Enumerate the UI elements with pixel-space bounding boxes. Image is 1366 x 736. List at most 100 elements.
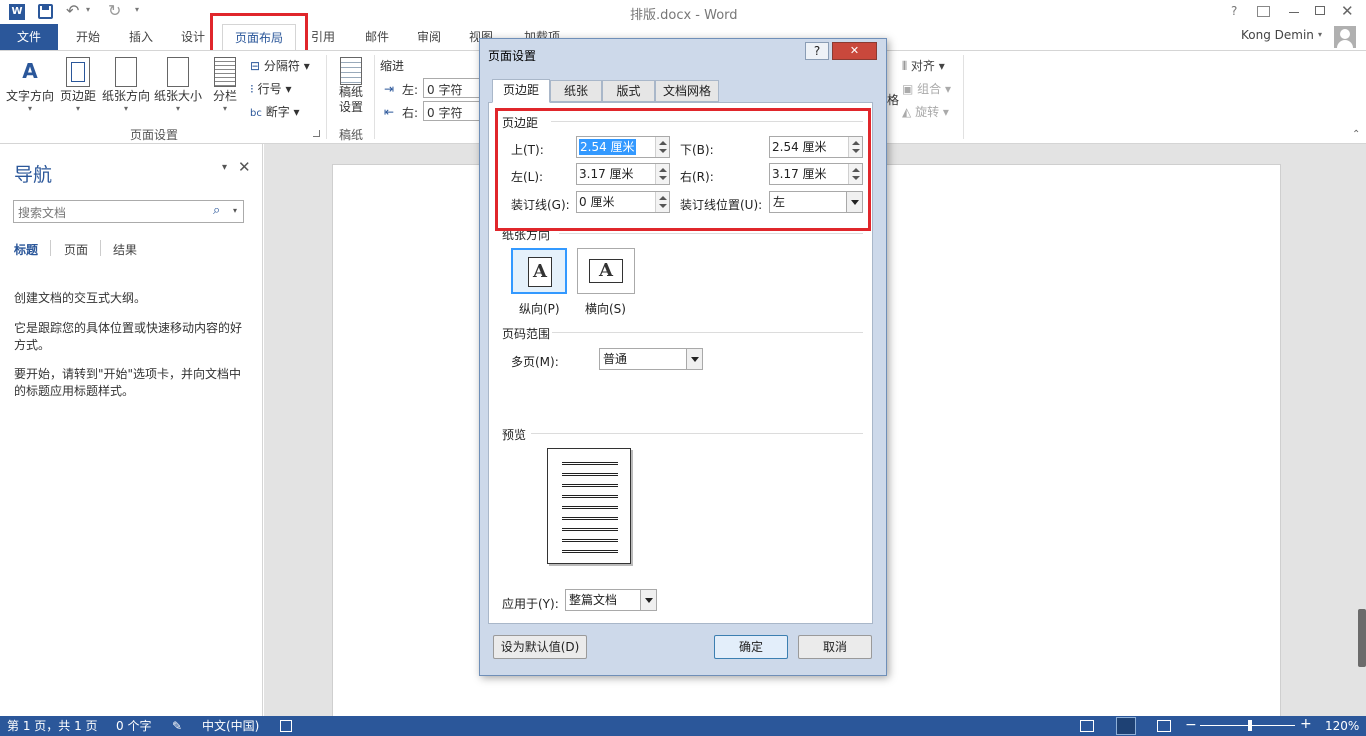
collapse-ribbon-icon[interactable]: ⌃: [1352, 129, 1360, 140]
help-icon[interactable]: ?: [1231, 4, 1237, 18]
scrollbar-indicator[interactable]: [1358, 609, 1366, 667]
orientation-button[interactable]: 纸张方向 ▾: [100, 55, 152, 113]
landscape-option[interactable]: A: [577, 248, 635, 294]
zoom-in-icon[interactable]: +: [1300, 716, 1312, 732]
draft-paper-icon: [340, 57, 362, 85]
breaks-button[interactable]: ⊟ 分隔符 ▾: [250, 57, 310, 74]
search-input[interactable]: 搜索文档 ⌕ ▾: [13, 200, 244, 223]
indent-left-icon: ⇥: [384, 82, 395, 96]
web-layout-icon[interactable]: [1157, 720, 1171, 732]
navigation-pane: 导航 ▾ ✕ 搜索文档 ⌕ ▾ 标题 页面 结果 创建文档的交互式大纲。 它是跟…: [0, 144, 263, 716]
size-button[interactable]: 纸张大小 ▾: [152, 55, 204, 113]
tab-results[interactable]: 结果: [113, 241, 137, 258]
page-setup-launcher-icon[interactable]: [313, 130, 320, 137]
dialog-help-button[interactable]: ?: [805, 42, 829, 60]
portrait-option[interactable]: A: [511, 248, 567, 294]
user-dropdown-icon[interactable]: ▾: [1318, 30, 1322, 39]
set-default-button[interactable]: 设为默认值(D): [493, 635, 587, 659]
rotate-icon: ◭: [902, 105, 912, 119]
margins-icon: [66, 57, 90, 87]
tab-pages[interactable]: 页面: [64, 241, 88, 258]
indent-left-label: 左:: [402, 83, 419, 97]
multiple-pages-select[interactable]: 普通: [599, 348, 703, 370]
close-window-icon[interactable]: ✕: [1341, 2, 1354, 20]
page-count[interactable]: 第 1 页，共 1 页: [7, 718, 98, 734]
status-bar: 第 1 页，共 1 页 0 个字 ✎ 中文(中国) − + 120%: [0, 716, 1366, 736]
undo-icon[interactable]: ↶: [66, 1, 79, 20]
orientation-icon: [115, 57, 137, 87]
nav-options-icon[interactable]: ▾: [222, 162, 227, 173]
multiple-pages-dropdown-icon[interactable]: [686, 349, 702, 369]
indent-right-icon: ⇤: [384, 105, 395, 119]
search-icon[interactable]: ⌕: [213, 203, 220, 218]
rotate-button[interactable]: ◭ 旋转 ▾: [902, 103, 949, 120]
apply-to-select[interactable]: 整篇文档: [565, 589, 657, 611]
dialog-title: 页面设置: [488, 49, 537, 63]
minimize-icon[interactable]: [1289, 12, 1299, 13]
macro-icon[interactable]: [280, 720, 292, 732]
customize-qat-icon[interactable]: ▾: [135, 5, 139, 14]
tab-insert[interactable]: 插入: [118, 24, 164, 50]
margins-highlight: [495, 108, 871, 231]
avatar[interactable]: [1334, 26, 1356, 48]
tab-headings[interactable]: 标题: [14, 241, 38, 258]
divider: [552, 332, 863, 333]
tab-document-grid[interactable]: 文档网格: [655, 80, 719, 102]
divider: [100, 240, 101, 256]
text-direction-button[interactable]: A 文字方向 ▾: [4, 55, 56, 113]
indent-left-field[interactable]: 0 字符: [423, 78, 483, 98]
nav-help-text-2: 它是跟踪您的具体位置或快速移动内容的好方式。: [14, 321, 243, 352]
tab-home[interactable]: 开始: [64, 24, 112, 50]
dialog-close-button[interactable]: ✕: [832, 42, 877, 60]
margins-button[interactable]: 页边距 ▾: [58, 55, 98, 113]
search-dropdown-icon[interactable]: ▾: [233, 206, 237, 215]
portrait-label[interactable]: 纵向(P): [519, 300, 560, 317]
ok-button[interactable]: 确定: [714, 635, 788, 659]
indent-label: 缩进: [380, 59, 405, 73]
align-button[interactable]: ⫴ 对齐 ▾: [902, 57, 945, 74]
user-name[interactable]: Kong Demin: [1241, 28, 1314, 42]
tab-mailings[interactable]: 邮件: [354, 24, 400, 50]
divider: [531, 433, 863, 434]
ribbon-display-icon[interactable]: [1257, 6, 1270, 17]
tab-layout-dialog[interactable]: 版式: [602, 80, 655, 102]
restore-icon[interactable]: [1315, 6, 1325, 15]
size-icon: [167, 57, 189, 87]
apply-to-dropdown-icon[interactable]: [640, 590, 656, 610]
word-count[interactable]: 0 个字: [116, 718, 151, 734]
page-setup-dialog: 页面设置 ? ✕ 页边距 纸张 版式 文档网格 页边距 上(T): 2.54 厘…: [479, 38, 887, 676]
line-numbers-button[interactable]: ⁝ 行号 ▾: [250, 80, 292, 97]
word-app-icon[interactable]: W: [9, 4, 25, 20]
save-icon[interactable]: [38, 4, 53, 19]
landscape-label[interactable]: 横向(S): [585, 300, 626, 317]
tab-file[interactable]: 文件: [0, 24, 58, 50]
pages-section-title: 页码范围: [502, 327, 551, 341]
hyphenation-button[interactable]: bc 断字 ▾: [250, 103, 300, 120]
search-placeholder: 搜索文档: [18, 206, 67, 220]
proofing-icon[interactable]: ✎: [172, 718, 182, 734]
zoom-out-icon[interactable]: −: [1185, 717, 1197, 733]
group-label-draft: 稿纸: [339, 128, 364, 142]
read-mode-icon[interactable]: [1080, 720, 1094, 732]
window-title: 排版.docx - Word: [630, 8, 738, 23]
cancel-button[interactable]: 取消: [798, 635, 872, 659]
text-direction-icon: A: [22, 59, 38, 83]
draft-paper-button[interactable]: 稿纸设置: [334, 57, 368, 115]
language[interactable]: 中文(中国): [202, 718, 259, 734]
group-label-page-setup: 页面设置: [130, 128, 179, 142]
zoom-level[interactable]: 120%: [1325, 718, 1359, 734]
zoom-slider-thumb[interactable]: [1248, 720, 1252, 731]
columns-button[interactable]: 分栏 ▾: [206, 55, 244, 113]
nav-close-icon[interactable]: ✕: [238, 158, 251, 176]
group-button[interactable]: ▣ 组合 ▾: [902, 80, 951, 97]
nav-help-text-1: 创建文档的交互式大纲。: [14, 291, 147, 305]
print-layout-icon[interactable]: [1116, 717, 1136, 735]
undo-dropdown-icon[interactable]: ▾: [86, 5, 90, 14]
tab-review[interactable]: 审阅: [406, 24, 452, 50]
tab-paper[interactable]: 纸张: [550, 80, 602, 102]
redo-icon[interactable]: ↻: [108, 1, 121, 20]
indent-right-field[interactable]: 0 字符: [423, 101, 483, 121]
tab-margins[interactable]: 页边距: [492, 79, 550, 103]
breaks-icon: ⊟: [250, 59, 261, 73]
divider: [559, 233, 863, 234]
